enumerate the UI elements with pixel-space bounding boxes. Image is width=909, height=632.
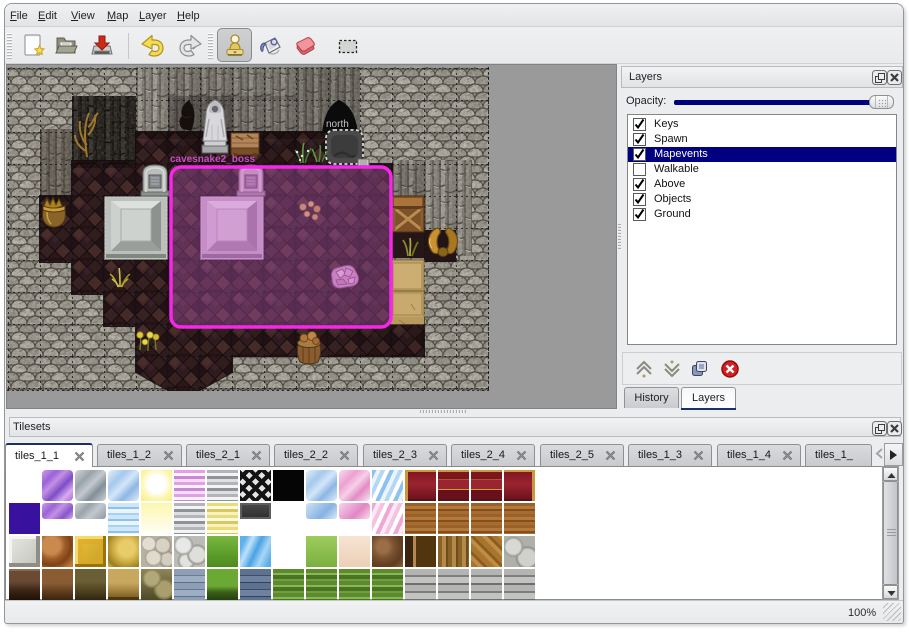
svg-text:cavesnake2_boss: cavesnake2_boss xyxy=(170,154,256,165)
svg-text:north: north xyxy=(326,119,349,130)
